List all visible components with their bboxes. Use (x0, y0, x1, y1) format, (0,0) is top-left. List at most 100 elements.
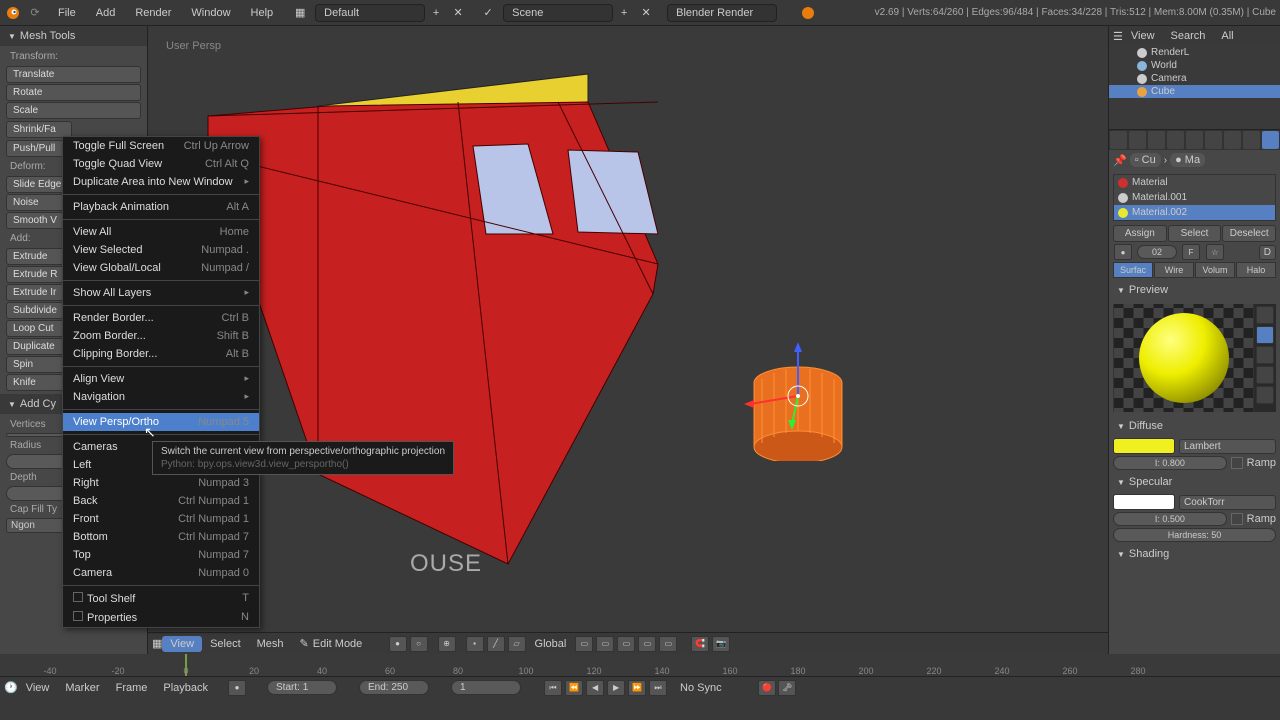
shade-solid-icon[interactable]: ● (389, 636, 407, 652)
pin-icon[interactable]: 📌 (1113, 154, 1127, 167)
shade-wire-icon[interactable]: ○ (410, 636, 428, 652)
outliner-world[interactable]: World (1109, 59, 1280, 72)
render-engine-dropdown[interactable]: Blender Render (667, 4, 777, 22)
vert-select-icon[interactable]: ▪ (466, 636, 484, 652)
tab-layers[interactable] (1129, 131, 1146, 149)
tl-menu-view[interactable]: View (18, 680, 58, 696)
preview-flat-icon[interactable] (1256, 306, 1274, 324)
jump-end-icon[interactable]: ⏭ (649, 680, 667, 696)
tab-object[interactable] (1186, 131, 1203, 149)
mat-data-dropdown[interactable]: D (1259, 245, 1276, 260)
timeline-ruler[interactable]: -40-200204060801001201401601802002202402… (0, 654, 1280, 676)
ctx-properties[interactable]: PropertiesN (63, 608, 259, 627)
vp-menu-select[interactable]: Select (202, 636, 249, 652)
tab-modifiers[interactable] (1224, 131, 1241, 149)
vp-menu-view[interactable]: View (162, 636, 202, 652)
3d-viewport[interactable]: User Persp (148, 26, 1108, 654)
ctx-camera[interactable]: CameraNumpad 0 (63, 564, 259, 582)
jump-start-icon[interactable]: ⏮ (544, 680, 562, 696)
render-icon[interactable]: 📷 (712, 636, 730, 652)
outliner-all[interactable]: All (1213, 28, 1241, 44)
menu-render[interactable]: Render (125, 3, 181, 23)
preview-cube-icon[interactable] (1256, 346, 1274, 364)
ctx-render-border-[interactable]: Render Border...Ctrl B (63, 309, 259, 327)
ctx-tool-shelf[interactable]: Tool ShelfT (63, 589, 259, 608)
specular-intensity[interactable]: I: 0.500 (1113, 512, 1227, 526)
face-select-icon[interactable]: ▱ (508, 636, 526, 652)
ctx-back[interactable]: BackCtrl Numpad 1 (63, 492, 259, 510)
bc-material[interactable]: ● Ma (1170, 153, 1205, 167)
mat-browse-icon[interactable]: ● (1114, 244, 1132, 260)
halo-button[interactable]: Halo (1236, 262, 1276, 278)
snap-icon[interactable]: 🧲 (691, 636, 709, 652)
outliner-view[interactable]: View (1123, 28, 1163, 44)
pivot-icon[interactable]: ⊕ (438, 636, 456, 652)
next-key-icon[interactable]: ⏩ (628, 680, 646, 696)
layer-btn[interactable]: ▭ (575, 636, 593, 652)
surface-button[interactable]: Surfac (1113, 262, 1153, 278)
deselect-button[interactable]: Deselect (1222, 225, 1276, 242)
record-icon[interactable]: ● (228, 680, 246, 696)
prev-key-icon[interactable]: ⏪ (565, 680, 583, 696)
mat-users[interactable]: 02 (1137, 245, 1177, 259)
sync-dropdown[interactable]: No Sync (680, 682, 750, 694)
menu-window[interactable]: Window (181, 3, 240, 23)
scene-icon[interactable]: ✓ (479, 4, 497, 22)
ramp-checkbox[interactable] (1231, 457, 1243, 469)
tl-menu-frame[interactable]: Frame (108, 680, 156, 696)
remove-layout-icon[interactable]: ✕ (449, 4, 467, 22)
ctx-playback-animation[interactable]: Playback AnimationAlt A (63, 198, 259, 216)
rotate-button[interactable]: Rotate (6, 84, 141, 101)
tab-material[interactable] (1262, 131, 1279, 149)
red-mesh-object[interactable] (198, 54, 758, 614)
diffuse-color[interactable] (1113, 438, 1175, 454)
ctx-align-view[interactable]: Align View (63, 370, 259, 388)
mode-dropdown[interactable]: ✎Edit Mode (300, 637, 380, 650)
diffuse-model-dropdown[interactable]: Lambert (1179, 439, 1276, 454)
layer-btn[interactable]: ▭ (638, 636, 656, 652)
hardness-input[interactable]: Hardness: 50 (1113, 528, 1276, 542)
scene-dropdown[interactable]: Scene (503, 4, 613, 22)
tab-data[interactable] (1243, 131, 1260, 149)
timeline-type-icon[interactable]: 🕐 (4, 681, 18, 694)
spec-ramp-checkbox[interactable] (1231, 513, 1243, 525)
preview-sphere-icon[interactable] (1256, 326, 1274, 344)
add-scene-icon[interactable]: + (615, 4, 633, 22)
menu-file[interactable]: File (48, 3, 86, 23)
preview-hair-icon[interactable] (1256, 386, 1274, 404)
mat-nodes-icon[interactable]: ☆ (1206, 244, 1224, 260)
outliner-cube[interactable]: Cube (1109, 85, 1280, 98)
ctx-show-all-layers[interactable]: Show All Layers (63, 284, 259, 302)
tab-constraints[interactable] (1205, 131, 1222, 149)
layer-btn[interactable]: ▭ (596, 636, 614, 652)
current-frame-input[interactable]: 1 (451, 680, 521, 695)
editor-type-icon[interactable]: ▦ (152, 637, 162, 650)
mat-fake-icon[interactable]: F (1182, 244, 1200, 260)
auto-key-icon[interactable]: 🔴 (758, 680, 776, 696)
ctx-duplicate-area-into-new-window[interactable]: Duplicate Area into New Window (63, 173, 259, 191)
preview-header[interactable]: Preview (1109, 280, 1280, 300)
ctx-zoom-border-[interactable]: Zoom Border...Shift B (63, 327, 259, 345)
specular-model-dropdown[interactable]: CookTorr (1179, 495, 1276, 510)
select-button[interactable]: Select (1168, 225, 1222, 242)
add-layout-icon[interactable]: + (427, 4, 445, 22)
layer-btn[interactable]: ▭ (659, 636, 677, 652)
outliner-renderl[interactable]: RenderL (1109, 46, 1280, 59)
material-material[interactable]: Material (1114, 175, 1275, 190)
play-reverse-icon[interactable]: ◀ (586, 680, 604, 696)
tab-world[interactable] (1167, 131, 1184, 149)
remove-scene-icon[interactable]: ✕ (637, 4, 655, 22)
assign-button[interactable]: Assign (1113, 225, 1167, 242)
orientation-dropdown[interactable]: Global (535, 638, 567, 650)
ctx-view-all[interactable]: View AllHome (63, 223, 259, 241)
volume-button[interactable]: Volum (1195, 262, 1235, 278)
tl-menu-marker[interactable]: Marker (57, 680, 107, 696)
translate-button[interactable]: Translate (6, 66, 141, 83)
screen-icon[interactable]: ▦ (291, 4, 309, 22)
transform-gizmo[interactable] (738, 336, 858, 456)
tab-render[interactable] (1110, 131, 1127, 149)
ctx-right[interactable]: RightNumpad 3 (63, 474, 259, 492)
ctx-clipping-border-[interactable]: Clipping Border...Alt B (63, 345, 259, 363)
specular-color[interactable] (1113, 494, 1175, 510)
start-frame-input[interactable]: Start: 1 (267, 680, 337, 695)
